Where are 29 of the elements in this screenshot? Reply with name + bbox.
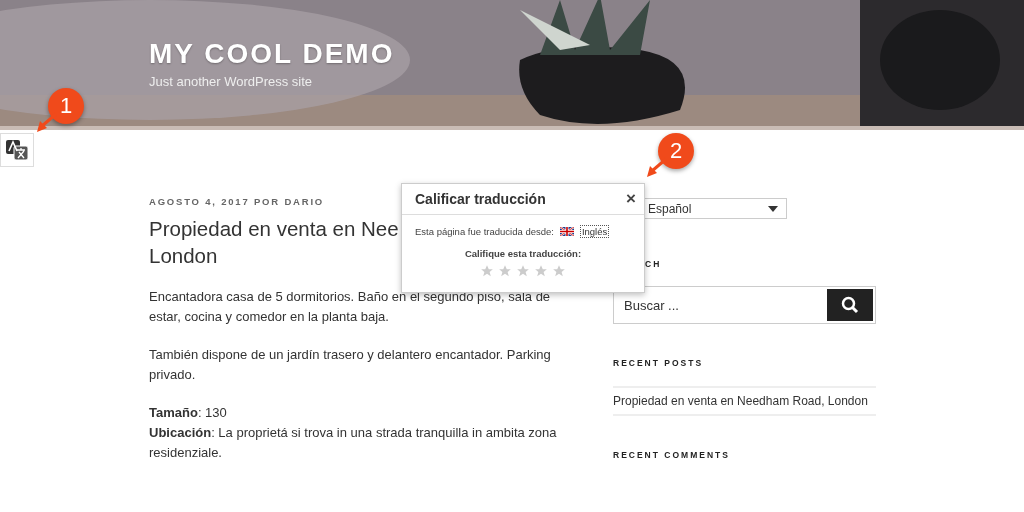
star-icon[interactable] xyxy=(516,264,530,278)
search-icon[interactable] xyxy=(841,296,859,314)
callout-number: 2 xyxy=(658,133,694,169)
star-icon[interactable] xyxy=(534,264,548,278)
widget-heading: RECENT COMMENTS xyxy=(613,450,730,460)
post-title[interactable]: London xyxy=(149,242,218,269)
search-button[interactable] xyxy=(827,289,873,321)
source-label: Esta página fue traducida desde: xyxy=(415,226,554,237)
recent-post-link[interactable]: Propiedad en venta en Needham Road, London xyxy=(613,386,876,416)
flag-icon xyxy=(559,227,574,236)
language-link[interactable]: Inglés xyxy=(579,225,610,238)
translate-icon[interactable] xyxy=(5,139,29,161)
widget-heading: CH xyxy=(644,259,662,269)
star-icon[interactable] xyxy=(480,264,494,278)
popup-title: Calificar traducción xyxy=(415,191,546,207)
post-paragraph: Tamaño: 130 Ubicación: La proprietá si trova in una strada tranquilla in ambita zona residenziale. xyxy=(149,404,558,462)
star-icon[interactable] xyxy=(498,264,512,278)
caret-icon[interactable] xyxy=(768,205,778,212)
widget-heading: RECENT POSTS xyxy=(613,358,704,368)
star-rating[interactable] xyxy=(480,264,566,278)
post-title[interactable]: Propiedad en venta en Nee xyxy=(149,215,399,242)
translate-button[interactable] xyxy=(0,133,34,167)
post-paragraph: También dispone de un jardín trasero y delantero encantador. Parking privado. xyxy=(149,346,552,384)
site-tagline: Just another WordPress site xyxy=(149,74,313,89)
search-bar[interactable]: Buscar ... xyxy=(613,286,876,324)
rating-prompt: Califique esta traducción: xyxy=(464,248,582,259)
post-meta: AGOSTO 4, 2017 POR DARIO xyxy=(149,196,324,207)
star-icon[interactable] xyxy=(552,264,566,278)
post-paragraph: Encantadora casa de 5 dormitorios. Baño en el segundo piso, sala de estar, cocina y comedor en la planta baja. xyxy=(149,288,552,326)
